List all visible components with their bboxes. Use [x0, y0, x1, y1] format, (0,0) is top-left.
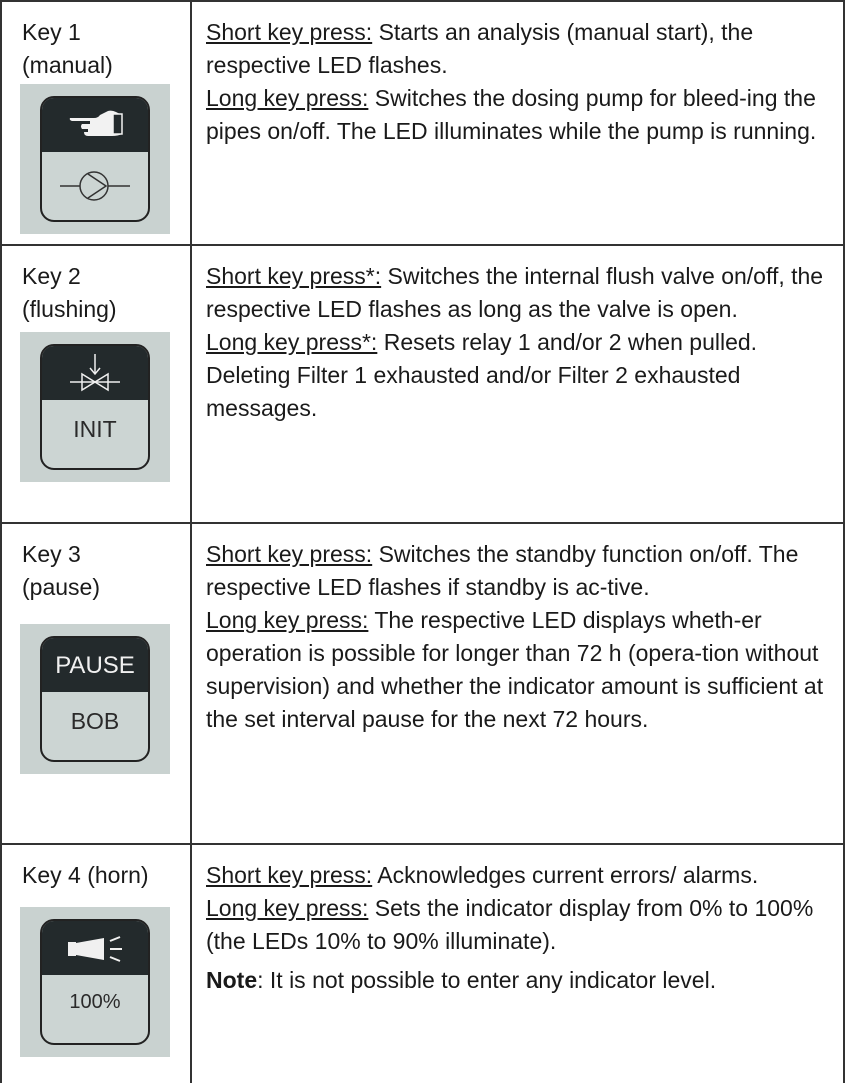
description-cell: Short key press: Acknowledges current er… — [194, 845, 843, 1083]
key-top — [42, 346, 148, 400]
key-title: Key 3 (pause) — [22, 541, 100, 600]
hand-icon — [69, 110, 123, 136]
key-label: BOB — [70, 708, 120, 734]
note-text: : It is not possible to enter any indica… — [257, 967, 717, 993]
key-top — [42, 98, 148, 152]
horn-icon — [68, 936, 122, 962]
key-cell: Key 2 (flushing) INIT — [2, 246, 192, 522]
key-top — [42, 921, 148, 975]
key-title: Key 2 (flushing) — [22, 263, 117, 322]
key-face — [40, 96, 150, 222]
key-title: Key 1 (manual) — [22, 19, 113, 78]
long-press-label: Long key press: — [206, 895, 369, 921]
long-press-text: Resets relay 1 and/or 2 when pulled. — [377, 329, 758, 355]
short-press-label: Short key press*: — [206, 263, 382, 289]
table-row: Key 2 (flushing) INIT Short key press*: … — [0, 244, 845, 522]
long-press-label: Long key press: — [206, 607, 369, 633]
horn-key-icon: 100% — [20, 907, 170, 1057]
key-top-label: PAUSE — [55, 652, 135, 679]
key-cell: Key 1 (manual) — [2, 2, 192, 244]
note-label: Note — [206, 967, 258, 993]
key-face: PAUSE BOB — [40, 636, 150, 762]
table-row: Key 1 (manual) Short key press: Starts a… — [0, 0, 845, 244]
valve-icon — [70, 354, 120, 392]
pause-key-icon: PAUSE BOB — [20, 624, 170, 774]
short-press-label: Short key press: — [206, 19, 373, 45]
key-label: 100% — [69, 991, 121, 1013]
description-cell: Short key press: Starts an analysis (man… — [194, 2, 843, 244]
short-press-label: Short key press: — [206, 541, 373, 567]
description-cell: Short key press*: Switches the internal … — [194, 246, 843, 522]
key-label: INIT — [73, 416, 117, 442]
pump-icon — [60, 171, 130, 201]
key-title: Key 4 (horn) — [22, 862, 149, 888]
description-cell: Short key press: Switches the standby fu… — [194, 524, 843, 843]
long-press-label: Long key press: — [206, 85, 369, 111]
key-cell: Key 4 (horn) 100% — [2, 845, 192, 1083]
table-row: Key 4 (horn) 100% Short key press: Ackno… — [0, 843, 845, 1083]
short-press-text: Acknowledges current errors/ alarms. — [372, 862, 759, 888]
key-top: PAUSE — [42, 638, 148, 692]
key-face: INIT — [40, 344, 150, 470]
short-press-label: Short key press: — [206, 862, 373, 888]
key-cell: Key 3 (pause) PAUSE BOB — [2, 524, 192, 843]
hand-pump-key-icon — [20, 84, 170, 234]
key-face: 100% — [40, 919, 150, 1045]
extra-text: Deleting Filter 1 exhausted and/or Filte… — [206, 362, 741, 421]
long-press-label: Long key press*: — [206, 329, 378, 355]
table-row: Key 3 (pause) PAUSE BOB Short key press:… — [0, 522, 845, 843]
key-function-table: Key 1 (manual) Short key press: Starts a… — [0, 0, 845, 1083]
valve-key-icon: INIT — [20, 332, 170, 482]
